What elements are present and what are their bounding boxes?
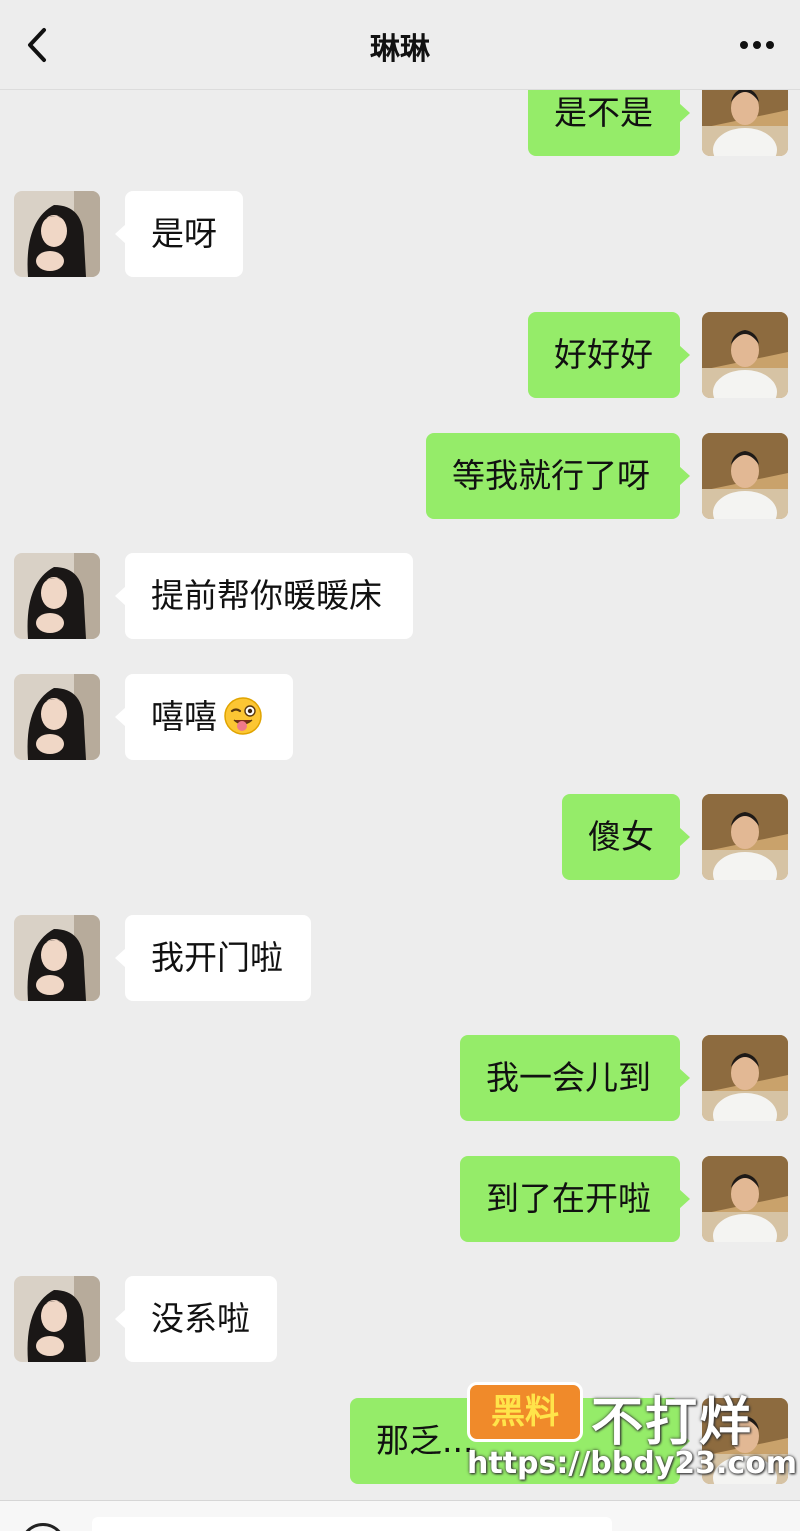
contact-avatar[interactable] — [14, 191, 100, 277]
message-bubble-self[interactable]: 到了在开啦 — [460, 1156, 690, 1242]
message-row-other: 嘻嘻 — [0, 674, 800, 760]
self-avatar[interactable] — [702, 1156, 788, 1242]
message-text: 嘻嘻 — [151, 697, 217, 736]
message-text: 傻女 — [588, 817, 654, 856]
message-text: 到了在开啦 — [486, 1179, 651, 1218]
message-bubble-self[interactable]: 是不是 — [528, 90, 690, 156]
message-row-self: 到了在开啦 — [0, 1156, 800, 1242]
message-bubble-other[interactable]: 没系啦 — [115, 1276, 277, 1362]
message-row-other: 提前帮你暖暖床 — [0, 553, 800, 639]
message-row-other: 是呀 — [0, 191, 800, 277]
woman-avatar-image — [14, 674, 100, 760]
self-avatar[interactable] — [702, 1035, 788, 1121]
chat-title: 琳琳 — [370, 32, 430, 67]
message-bubble-self[interactable]: 傻女 — [562, 794, 690, 880]
message-text: 是呀 — [151, 214, 217, 253]
contact-avatar[interactable] — [14, 1276, 100, 1362]
self-avatar[interactable] — [702, 312, 788, 398]
message-bubble-self[interactable]: 好好好 — [528, 312, 690, 398]
woman-avatar-image — [14, 1276, 100, 1362]
message-bubble-other[interactable]: 是呀 — [115, 191, 243, 277]
message-bubble-self[interactable]: 我一会儿到 — [460, 1035, 690, 1121]
message-bubble-other[interactable]: 嘻嘻 — [115, 674, 293, 760]
man-avatar-image — [702, 1156, 788, 1242]
message-input[interactable] — [92, 1517, 612, 1531]
man-avatar-image — [702, 794, 788, 880]
message-text: 是不是 — [554, 93, 653, 132]
message-list[interactable]: 是不是 是呀 好好好 等我就行了呀 提前帮你暖暖床 嘻嘻 傻女 我开门啦 我一会… — [0, 90, 800, 1500]
woman-avatar-image — [14, 553, 100, 639]
contact-avatar[interactable] — [14, 553, 100, 639]
message-text: 好好好 — [554, 335, 653, 374]
chat-header: 琳琳 — [0, 0, 800, 90]
message-row-self: 我一会儿到 — [0, 1035, 800, 1121]
message-text: 等我就行了呀 — [452, 456, 650, 495]
message-row-self: 是不是 — [0, 90, 800, 156]
message-text: 那乏... — [376, 1421, 474, 1460]
message-text: 提前帮你暖暖床 — [151, 576, 382, 615]
message-text: 我开门啦 — [151, 938, 283, 977]
self-avatar[interactable] — [702, 794, 788, 880]
message-row-self: 傻女 — [0, 794, 800, 880]
message-text: 没系啦 — [151, 1299, 250, 1338]
man-avatar-image — [702, 90, 788, 156]
woman-avatar-image — [14, 191, 100, 277]
message-row-other: 我开门啦 — [0, 915, 800, 1001]
message-row-self: 那乏... — [0, 1398, 800, 1484]
self-avatar[interactable] — [702, 90, 788, 156]
message-bubble-other[interactable]: 我开门啦 — [115, 915, 311, 1001]
message-bubble-self[interactable]: 那乏... — [350, 1398, 690, 1484]
input-bar — [0, 1500, 800, 1531]
contact-avatar[interactable] — [14, 674, 100, 760]
voice-input-button[interactable] — [20, 1523, 66, 1531]
contact-avatar[interactable] — [14, 915, 100, 1001]
message-bubble-other[interactable]: 提前帮你暖暖床 — [115, 553, 413, 639]
man-avatar-image — [702, 1035, 788, 1121]
more-button[interactable] — [738, 28, 776, 62]
man-avatar-image — [702, 1398, 788, 1484]
woman-avatar-image — [14, 915, 100, 1001]
tongue-wink-emoji-icon — [224, 696, 262, 735]
self-avatar[interactable] — [702, 433, 788, 519]
message-row-other: 没系啦 — [0, 1276, 800, 1362]
message-row-self: 等我就行了呀 — [0, 433, 800, 519]
more-dots-icon — [740, 41, 774, 49]
man-avatar-image — [702, 312, 788, 398]
man-avatar-image — [702, 433, 788, 519]
self-avatar[interactable] — [702, 1398, 788, 1484]
message-bubble-self[interactable]: 等我就行了呀 — [426, 433, 690, 519]
message-row-self: 好好好 — [0, 312, 800, 398]
message-text: 我一会儿到 — [486, 1058, 651, 1097]
